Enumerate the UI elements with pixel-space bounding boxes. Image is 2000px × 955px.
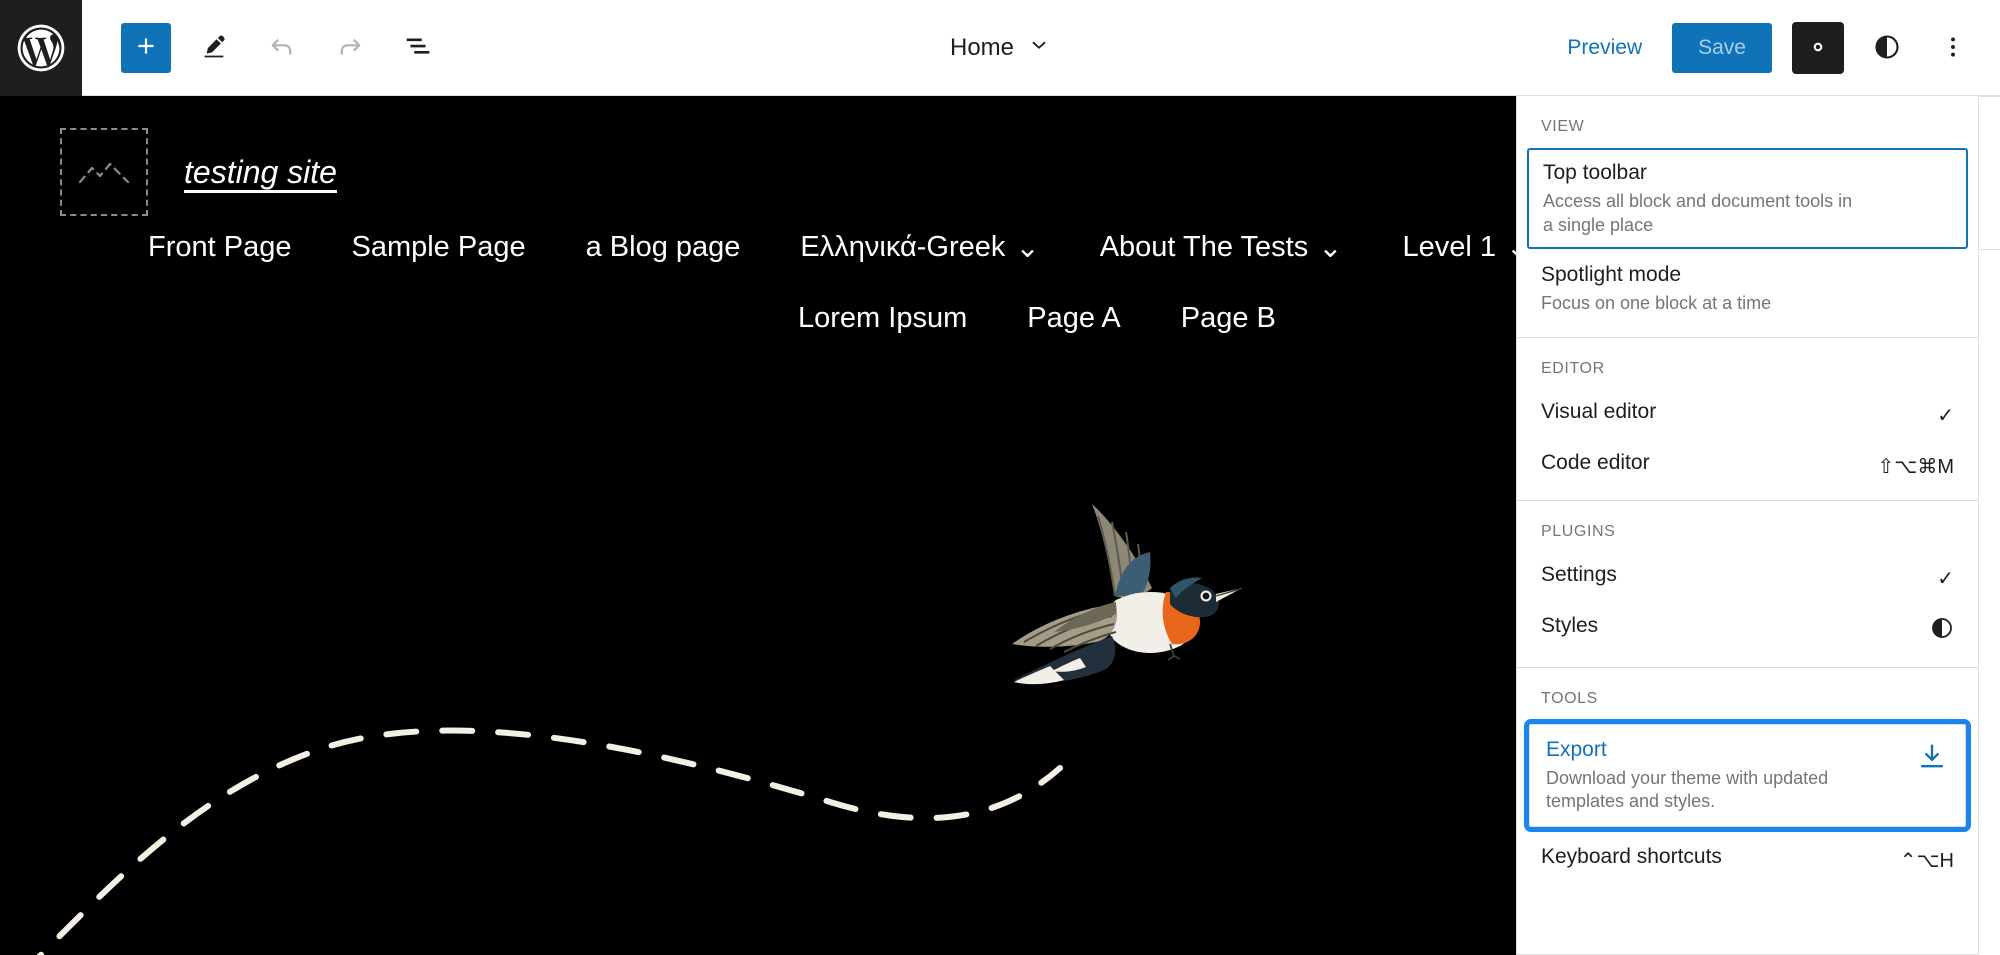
nav-item-label: Page A: [1027, 302, 1121, 334]
menu-item-styles[interactable]: Styles: [1517, 602, 1978, 657]
three-dots-vertical-icon: [1940, 34, 1966, 63]
nav-item[interactable]: About The Tests ⌄: [1070, 230, 1373, 265]
document-title-button[interactable]: Home: [938, 26, 1062, 71]
editor-header: Home Preview Save: [0, 0, 2000, 96]
menu-item-code-editor[interactable]: Code editor ⇧⌥⌘M: [1517, 439, 1978, 490]
nav-item-label: Ελληνικά-Greek: [800, 231, 1006, 263]
menu-item-title: Keyboard shortcuts: [1541, 844, 1722, 868]
chevron-down-icon: ⌄: [1015, 232, 1040, 264]
list-view-button[interactable]: [393, 23, 443, 73]
nav-item-label: Sample Page: [351, 231, 526, 263]
header-actions: Preview Save: [1557, 0, 1976, 96]
nav-item-label: Front Page: [148, 231, 292, 263]
site-navigation-row-1: Front Page Sample Page a Blog page Ελλην…: [148, 230, 1560, 265]
nav-item[interactable]: Sample Page: [321, 231, 555, 264]
menu-item-settings[interactable]: Settings ✓: [1517, 551, 1978, 602]
nav-item[interactable]: Page B: [1151, 302, 1306, 335]
menu-group-plugins: PLUGINS Settings ✓ Styles: [1517, 501, 1978, 668]
nav-item[interactable]: Page A: [997, 302, 1151, 335]
site-logo-placeholder[interactable]: [60, 128, 148, 216]
image-placeholder-icon: [76, 150, 132, 195]
plus-icon: [133, 33, 159, 62]
chevron-down-icon: [1028, 34, 1050, 63]
menu-item-title: Settings: [1541, 562, 1617, 586]
nav-item-label: About The Tests: [1099, 231, 1309, 263]
contrast-icon: [1930, 613, 1954, 646]
menu-item-description: Download your theme with updated templat…: [1546, 767, 1829, 812]
menu-group-view: VIEW Top toolbar Access all block and do…: [1517, 96, 1978, 338]
menu-item-visual-editor[interactable]: Visual editor ✓: [1517, 388, 1978, 439]
redo-button[interactable]: [325, 23, 375, 73]
check-icon: ✓: [1937, 404, 1954, 427]
menu-item-title: Export: [1546, 737, 1607, 761]
menu-group-tools: TOOLS Export Download your theme with up…: [1517, 668, 1978, 894]
site-navigation-row-2: Lorem Ipsum Page A Page B: [798, 302, 1306, 335]
preview-button[interactable]: Preview: [1557, 28, 1652, 68]
menu-group-label: VIEW: [1541, 118, 1585, 135]
editor-window: Home Preview Save testing site Front Pag…: [0, 0, 2000, 955]
menu-item-title: Visual editor: [1541, 399, 1657, 423]
menu-item-title: Code editor: [1541, 450, 1650, 474]
gear-icon: [1804, 33, 1832, 64]
menu-item-keyboard-shortcuts[interactable]: Keyboard shortcuts ⌃⌥H: [1517, 833, 1978, 884]
menu-item-top-toolbar[interactable]: Top toolbar Access all block and documen…: [1527, 148, 1968, 250]
download-icon: [1915, 737, 1949, 780]
menu-item-shortcut: ⌃⌥H: [1899, 849, 1954, 872]
nav-item[interactable]: a Blog page: [556, 231, 771, 264]
menu-group-label: EDITOR: [1541, 359, 1605, 377]
list-view-icon: [403, 31, 433, 64]
nav-item-label: a Blog page: [585, 231, 741, 263]
menu-item-spotlight-mode[interactable]: Spotlight mode Focus on one block at a t…: [1517, 251, 1978, 327]
nav-item[interactable]: Lorem Ipsum: [798, 302, 997, 335]
dashed-flight-path: [36, 727, 1063, 955]
nav-item-label: Lorem Ipsum: [798, 302, 968, 334]
nav-item-label: Level 1: [1402, 231, 1497, 263]
chevron-down-icon: ⌄: [1318, 232, 1343, 264]
menu-item-description: Focus on one block at a time: [1541, 293, 1772, 314]
site-header: testing site: [60, 128, 337, 216]
menu-group-label: TOOLS: [1541, 689, 1598, 707]
wordpress-logo-button[interactable]: [0, 0, 82, 96]
add-block-button[interactable]: [121, 22, 171, 73]
document-title-label: Home: [949, 34, 1015, 61]
undo-button[interactable]: [257, 23, 307, 73]
menu-item-shortcut: ⇧⌥⌘M: [1877, 455, 1954, 478]
contrast-icon: [1873, 33, 1901, 64]
options-menu-button[interactable]: [1930, 25, 1976, 71]
nav-item[interactable]: Ελληνικά-Greek ⌄: [770, 230, 1069, 265]
header-tools: [82, 22, 443, 73]
edit-mode-button[interactable]: [189, 23, 239, 73]
menu-group-label: PLUGINS: [1541, 522, 1616, 540]
menu-item-description: Access all block and document tools in a…: [1543, 191, 1853, 235]
styles-button[interactable]: [1864, 25, 1910, 71]
bird-illustration: [1012, 504, 1242, 685]
options-dropdown-menu: VIEW Top toolbar Access all block and do…: [1516, 96, 1978, 955]
pencil-icon: [200, 32, 228, 63]
nav-item[interactable]: Front Page: [148, 231, 321, 264]
site-title[interactable]: testing site: [184, 154, 337, 191]
menu-group-editor: EDITOR Visual editor ✓ Code editor ⇧⌥⌘M: [1517, 338, 1978, 501]
menu-item-title: Spotlight mode: [1541, 263, 1682, 287]
save-button[interactable]: Save: [1672, 23, 1772, 73]
undo-icon: [267, 31, 297, 64]
settings-sidebar-sliver: [1978, 96, 2000, 955]
check-icon: ✓: [1937, 567, 1954, 590]
menu-item-export[interactable]: Export Download your theme with updated …: [1524, 718, 1971, 832]
menu-item-title: Top toolbar: [1543, 161, 1647, 184]
redo-icon: [335, 31, 365, 64]
nav-item-label: Page B: [1180, 302, 1276, 334]
menu-item-title: Styles: [1541, 613, 1599, 637]
settings-toggle-button[interactable]: [1792, 22, 1844, 74]
wordpress-logo-icon: [13, 20, 69, 76]
